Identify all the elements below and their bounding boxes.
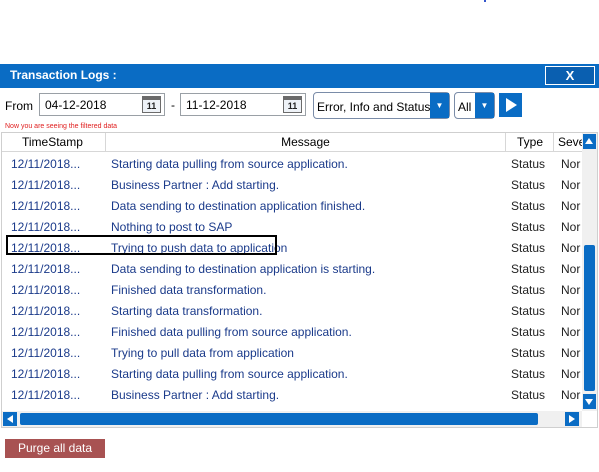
table-row[interactable]: 12/11/2018... Starting data pulling from… xyxy=(2,153,582,174)
vertical-scrollbar[interactable] xyxy=(582,133,597,411)
type-cell: Status xyxy=(511,283,546,297)
message-cell: Finished data transformation. xyxy=(111,283,267,297)
message-cell: Finished data pulling from source applic… xyxy=(111,325,352,339)
title-bar: Transaction Logs : X xyxy=(0,64,599,88)
message-cell: Data sending to destination application … xyxy=(111,199,366,213)
calendar-icon[interactable]: 11 xyxy=(283,96,302,113)
grid-header: TimeStamp Message Type Seve xyxy=(2,133,582,152)
table-row[interactable]: 12/11/2018... Business Partner : Add sta… xyxy=(2,174,582,195)
type-cell: Status xyxy=(511,199,546,213)
scroll-down-icon[interactable] xyxy=(583,394,596,409)
severity-cell: Nor xyxy=(561,220,581,234)
table-row[interactable]: 12/11/2018... Finished data transformati… xyxy=(2,279,582,300)
apply-filter-button[interactable] xyxy=(499,93,522,117)
type-cell: Status xyxy=(511,220,546,234)
timestamp-cell: 12/11/2018... xyxy=(11,346,81,360)
type-cell: Status xyxy=(511,178,546,192)
message-cell: Data sending to destination application … xyxy=(111,262,376,276)
type-cell: Status xyxy=(511,262,546,276)
severity-cell: Nor xyxy=(561,157,581,171)
message-cell: Starting data pulling from source applic… xyxy=(111,367,348,381)
column-header-timestamp[interactable]: TimeStamp xyxy=(2,133,106,152)
chevron-down-icon[interactable]: ▼ xyxy=(430,93,449,118)
table-row[interactable]: 12/11/2018... Starting data transformati… xyxy=(2,300,582,321)
timestamp-cell: 12/11/2018... xyxy=(11,178,81,192)
severity-dropdown[interactable]: All ▼ xyxy=(454,92,495,119)
timestamp-cell: 12/11/2018... xyxy=(11,220,81,234)
from-label: From xyxy=(5,99,33,113)
transaction-logs-window: Transaction Logs : X From 04-12-2018 11 … xyxy=(0,0,599,472)
table-row[interactable]: 12/11/2018... Trying to pull data from a… xyxy=(2,342,582,363)
timestamp-cell: 12/11/2018... xyxy=(11,367,81,381)
from-date-value: 04-12-2018 xyxy=(45,98,107,112)
scroll-left-icon[interactable] xyxy=(3,412,17,426)
table-row[interactable]: 12/11/2018... Business Partner : Add sta… xyxy=(2,384,582,405)
severity-cell: Nor xyxy=(561,241,581,255)
scroll-up-icon[interactable] xyxy=(583,134,596,149)
timestamp-cell: 12/11/2018... xyxy=(11,199,81,213)
log-type-value: Error, Info and Status xyxy=(317,100,431,114)
table-row[interactable]: 12/11/2018... Starting data pulling from… xyxy=(2,363,582,384)
table-row[interactable]: 12/11/2018... Finished data pulling from… xyxy=(2,321,582,342)
severity-cell: Nor xyxy=(561,283,581,297)
message-cell: Business Partner : Add starting. xyxy=(111,178,280,192)
timestamp-cell: 12/11/2018... xyxy=(11,283,81,297)
table-row[interactable]: 12/11/2018... Nothing to post to SAP Sta… xyxy=(2,216,582,237)
type-cell: Status xyxy=(511,241,546,255)
column-header-message[interactable]: Message xyxy=(106,133,506,152)
to-date-value: 11-12-2018 xyxy=(186,98,247,112)
column-header-severity[interactable]: Seve xyxy=(554,133,582,152)
column-header-type[interactable]: Type xyxy=(506,133,554,152)
type-cell: Status xyxy=(511,157,546,171)
message-cell: Starting data pulling from source applic… xyxy=(111,157,348,171)
scroll-right-icon[interactable] xyxy=(565,412,579,426)
timestamp-cell: 12/11/2018... xyxy=(11,388,81,402)
close-button[interactable]: X xyxy=(545,66,595,85)
severity-cell: Nor xyxy=(561,325,581,339)
horizontal-scrollbar[interactable] xyxy=(2,411,582,427)
severity-cell: Nor xyxy=(561,367,581,381)
purge-all-data-button[interactable]: Purge all data xyxy=(5,439,105,458)
from-date-picker[interactable]: 04-12-2018 11 xyxy=(39,93,165,116)
selected-row-highlight xyxy=(6,235,277,255)
filter-status-note: Now you are seeing the filtered data xyxy=(5,123,118,130)
vertical-scroll-thumb[interactable] xyxy=(584,245,595,391)
date-range-separator: - xyxy=(171,98,175,112)
message-cell: Business Partner : Add starting. xyxy=(111,388,280,402)
table-row[interactable]: 12/11/2018... Data sending to destinatio… xyxy=(2,258,582,279)
type-cell: Status xyxy=(511,346,546,360)
type-cell: Status xyxy=(511,388,546,402)
message-cell: Nothing to post to SAP xyxy=(111,220,233,234)
log-type-dropdown[interactable]: Error, Info and Status ▼ xyxy=(313,92,450,119)
severity-cell: Nor xyxy=(561,178,581,192)
severity-cell: Nor xyxy=(561,346,581,360)
severity-cell: Nor xyxy=(561,304,581,318)
severity-cell: Nor xyxy=(561,199,581,213)
timestamp-cell: 12/11/2018... xyxy=(11,325,81,339)
message-cell: Trying to pull data from application xyxy=(111,346,294,360)
severity-value: All xyxy=(458,100,472,114)
stray-dot xyxy=(484,0,486,2)
table-row[interactable]: 12/11/2018... Data sending to destinatio… xyxy=(2,195,582,216)
severity-cell: Nor xyxy=(561,262,581,276)
log-grid: TimeStamp Message Type Seve 12/11/2018..… xyxy=(1,132,598,428)
timestamp-cell: 12/11/2018... xyxy=(11,157,81,171)
type-cell: Status xyxy=(511,304,546,318)
message-cell: Starting data transformation. xyxy=(111,304,263,318)
severity-cell: Nor xyxy=(561,388,581,402)
chevron-down-icon[interactable]: ▼ xyxy=(475,93,494,118)
timestamp-cell: 12/11/2018... xyxy=(11,304,81,318)
filter-bar: From 04-12-2018 11 - 11-12-2018 11 Error… xyxy=(0,88,599,132)
calendar-icon[interactable]: 11 xyxy=(142,96,161,113)
type-cell: Status xyxy=(511,367,546,381)
window-title: Transaction Logs : xyxy=(10,68,117,82)
to-date-picker[interactable]: 11-12-2018 11 xyxy=(180,93,306,116)
horizontal-scroll-thumb[interactable] xyxy=(20,413,538,425)
type-cell: Status xyxy=(511,325,546,339)
timestamp-cell: 12/11/2018... xyxy=(11,262,81,276)
